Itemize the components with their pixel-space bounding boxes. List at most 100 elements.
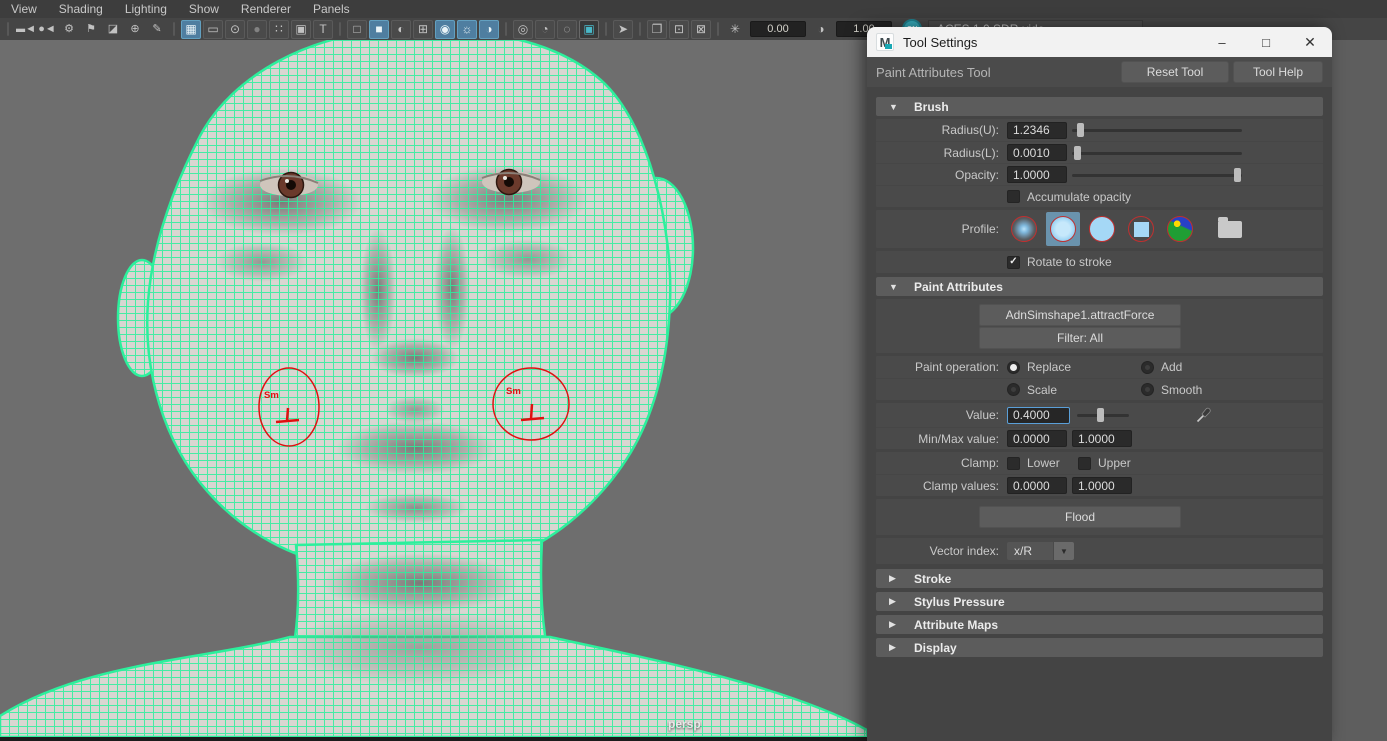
radio-smooth[interactable] [1141, 383, 1154, 396]
square-profile-icon[interactable] [1124, 212, 1158, 246]
anti-aliasing-icon[interactable]: ◌ [557, 20, 577, 39]
vector-index-dropdown[interactable]: x/R ▼ [1007, 542, 1074, 560]
grid-icon[interactable]: ▦ [181, 20, 201, 39]
collapsed-sections: ▶ Stroke ▶ Stylus Pressure ▶ Attribute M… [876, 569, 1323, 657]
tool-help-button[interactable]: Tool Help [1233, 61, 1323, 83]
max-value-field[interactable] [1072, 430, 1132, 447]
menu-item[interactable]: View [0, 0, 48, 18]
radius-l-slider[interactable] [1072, 146, 1242, 160]
safe-title-icon[interactable]: T [313, 20, 333, 39]
menu-item[interactable]: Lighting [114, 0, 178, 18]
frame-selection-icon[interactable]: ⊠ [691, 20, 711, 39]
collapsed-section-header[interactable]: ▶ Stylus Pressure [876, 592, 1323, 611]
radio-scale[interactable] [1007, 383, 1020, 396]
radio-replace[interactable] [1007, 361, 1020, 374]
clamp-upper-checkbox[interactable] [1078, 457, 1091, 470]
motion-blur-icon[interactable]: ◔ [535, 20, 555, 39]
radius-u-field[interactable] [1007, 122, 1067, 139]
gamma-icon[interactable]: ◑ [811, 20, 831, 39]
film-gate-icon[interactable]: ▭ [203, 20, 223, 39]
value-field[interactable] [1007, 407, 1070, 424]
face-shading [0, 40, 867, 737]
default-lighting-icon[interactable]: ☼ [457, 20, 477, 39]
separator-icon[interactable] [7, 22, 9, 36]
menu-item[interactable]: Renderer [230, 0, 302, 18]
make-live-icon[interactable]: ⊡ [669, 20, 689, 39]
exposure-field[interactable]: 0.00 [750, 21, 806, 37]
bookmark-icon[interactable]: ⚑ [81, 20, 101, 39]
ambient-occlusion-icon[interactable]: ◎ [513, 20, 533, 39]
separator-icon[interactable] [605, 22, 607, 36]
window-titlebar[interactable]: M Tool Settings – □ ✕ [867, 27, 1332, 57]
gaussian-profile-icon[interactable] [1007, 212, 1041, 246]
expand-arrow-icon: ▶ [889, 619, 901, 630]
accumulate-opacity-checkbox[interactable] [1007, 190, 1020, 203]
wireframe-on-shaded-icon[interactable]: ◐ [391, 20, 411, 39]
use-all-lights-icon[interactable]: ◉ [435, 20, 455, 39]
rotate-to-stroke-checkbox[interactable]: ✓ [1007, 256, 1020, 269]
section-header-paint-attributes[interactable]: ▼ Paint Attributes [876, 277, 1323, 296]
wireframe-icon[interactable]: □ [347, 20, 367, 39]
clamp-max-field[interactable] [1072, 477, 1132, 494]
separator-icon[interactable] [339, 22, 341, 36]
field-chart-icon[interactable]: ∷ [269, 20, 289, 39]
safe-action-icon[interactable]: ▣ [291, 20, 311, 39]
smooth-shade-icon[interactable]: ■ [369, 20, 389, 39]
opacity-field[interactable] [1007, 166, 1067, 183]
filter-button[interactable]: Filter: All [979, 327, 1181, 349]
viewport-3d[interactable]: Sm Sm persp [0, 40, 867, 741]
resolution-gate-icon[interactable]: ⊙ [225, 20, 245, 39]
collapse-arrow-icon: ▼ [889, 282, 901, 292]
separator-icon[interactable] [173, 22, 175, 36]
grease-pencil-icon[interactable]: ✎ [147, 20, 167, 39]
gate-mask-icon[interactable]: ● [247, 20, 267, 39]
isolate-select-icon[interactable]: ▣ [579, 20, 599, 39]
image-profile-icon[interactable] [1163, 212, 1197, 246]
opacity-slider[interactable] [1072, 168, 1242, 182]
eyedropper-icon[interactable] [1195, 406, 1213, 424]
close-button[interactable]: ✕ [1288, 27, 1332, 57]
section-header-brush[interactable]: ▼ Brush [876, 97, 1323, 116]
flood-button[interactable]: Flood [979, 506, 1181, 528]
camera-lock-icon[interactable]: ●◄ [37, 20, 57, 39]
soft-profile-icon[interactable] [1046, 212, 1080, 246]
exposure-icon[interactable]: ✳ [725, 20, 745, 39]
collapsed-section-header[interactable]: ▶ Attribute Maps [876, 615, 1323, 634]
camera-attributes-icon[interactable]: ⚙ [59, 20, 79, 39]
collapsed-section-header[interactable]: ▶ Display [876, 638, 1323, 657]
image-plane-icon[interactable]: ◪ [103, 20, 123, 39]
radius-l-label: Radius(L): [876, 146, 1007, 160]
separator-icon[interactable] [717, 22, 719, 36]
toolbar-icons: ▬◄●◄⚙⚑◪⊕✎▦▭⊙●∷▣T□■◐⊞◉☼◑◎◔◌▣➤❐⊡⊠ [2, 20, 724, 39]
clamp-label: Clamp: [876, 456, 1007, 470]
radio-add[interactable] [1141, 361, 1154, 374]
attribute-select-button[interactable]: AdnSimshape1.attractForce [979, 304, 1181, 326]
minimize-button[interactable]: – [1200, 27, 1244, 57]
camera-icon[interactable]: ▬◄ [15, 20, 35, 39]
textured-icon[interactable]: ⊞ [413, 20, 433, 39]
separator-icon[interactable] [505, 22, 507, 36]
shadows-icon[interactable]: ◑ [479, 20, 499, 39]
snap-icon[interactable]: ❐ [647, 20, 667, 39]
solid-profile-icon[interactable] [1085, 212, 1119, 246]
paint-operation-label: Paint operation: [876, 360, 1007, 374]
menu-item[interactable]: Panels [302, 0, 361, 18]
min-value-field[interactable] [1007, 430, 1067, 447]
rotate-to-stroke-label: Rotate to stroke [1027, 255, 1112, 269]
separator-icon[interactable] [639, 22, 641, 36]
browse-profile-icon[interactable] [1218, 221, 1242, 238]
object-selection-icon[interactable]: ➤ [613, 20, 633, 39]
opacity-label: Opacity: [876, 168, 1007, 182]
radius-l-field[interactable] [1007, 144, 1067, 161]
clamp-min-field[interactable] [1007, 477, 1067, 494]
maximize-button[interactable]: □ [1244, 27, 1288, 57]
menu-item[interactable]: Shading [48, 0, 114, 18]
value-slider[interactable] [1077, 408, 1129, 422]
menu-item[interactable]: Show [178, 0, 230, 18]
clamp-lower-checkbox[interactable] [1007, 457, 1020, 470]
collapsed-section-header[interactable]: ▶ Stroke [876, 569, 1323, 588]
tool-settings-window: M Tool Settings – □ ✕ Paint Attributes T… [867, 27, 1332, 741]
pan-zoom-icon[interactable]: ⊕ [125, 20, 145, 39]
radius-u-slider[interactable] [1072, 123, 1242, 137]
reset-tool-button[interactable]: Reset Tool [1121, 61, 1229, 83]
